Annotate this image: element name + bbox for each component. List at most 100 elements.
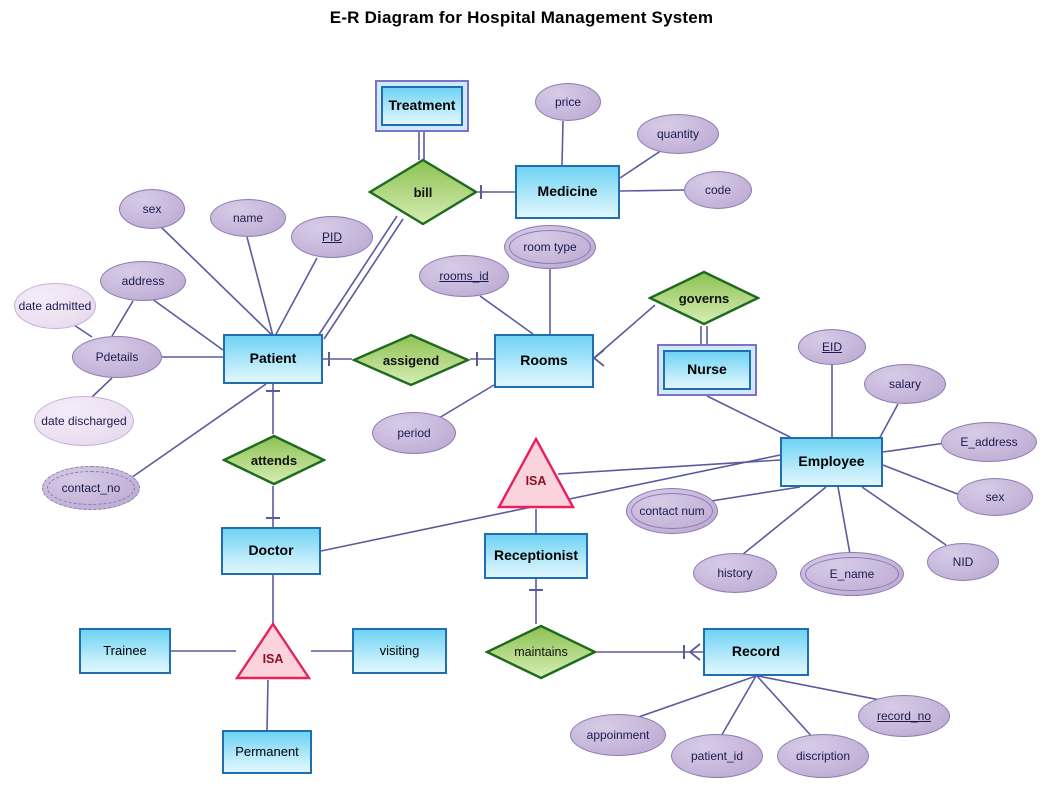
relationship-attends[interactable]: attends [222, 434, 326, 486]
attribute-label: PID [321, 229, 342, 244]
edge-record-discription [756, 675, 816, 741]
entity-label: Receptionist [493, 547, 578, 564]
attribute-period[interactable]: period [372, 412, 456, 454]
entity-nurse[interactable]: Nurse [657, 344, 757, 396]
attribute-label: code [704, 182, 732, 197]
attribute-name[interactable]: name [210, 199, 286, 237]
isa-doctor[interactable]: ISA [235, 622, 311, 680]
attribute-pdetails[interactable]: Pdetails [72, 336, 162, 378]
edge-employee-history [741, 486, 827, 556]
edge-employee-isa [557, 459, 781, 475]
attribute-inner-ring: room type [509, 230, 591, 264]
attribute-discription[interactable]: discription [777, 734, 869, 778]
entity-label: Treatment [388, 97, 456, 114]
entity-label: Medicine [537, 183, 598, 200]
attribute-label: quantity [656, 126, 700, 141]
entity-label: Patient [249, 350, 297, 367]
entity-label: Trainee [103, 642, 147, 658]
entity-treatment[interactable]: Treatment [375, 80, 469, 132]
edge-record-patientid [719, 675, 757, 739]
attribute-rooms-id[interactable]: rooms_id [419, 255, 509, 297]
attribute-label: address [121, 273, 165, 288]
relationship-label: bill [413, 184, 433, 200]
entity-label: visiting [379, 642, 420, 658]
marker-maintains-record-many [688, 643, 701, 661]
attribute-contact-no[interactable]: contact_no [42, 466, 140, 510]
entity-label: Record [731, 643, 781, 660]
edge-patient-pid [274, 257, 318, 337]
entity-patient[interactable]: Patient [223, 334, 323, 384]
attribute-price[interactable]: price [535, 83, 601, 121]
marker-rooms-governs-many [592, 349, 605, 367]
entity-receptionist[interactable]: Receptionist [484, 533, 588, 579]
attribute-patient-id[interactable]: patient_id [671, 734, 763, 778]
attribute-inner-ring: contact_no [47, 471, 135, 505]
attribute-sex-employee[interactable]: sex [957, 478, 1033, 516]
relationship-bill[interactable]: bill [368, 158, 478, 226]
attribute-e-name[interactable]: E_name [800, 552, 904, 596]
attribute-room-type[interactable]: room type [504, 225, 596, 269]
entity-label: Doctor [248, 542, 294, 559]
attribute-date-admitted[interactable]: date admitted [14, 283, 96, 329]
attribute-label: patient_id [690, 748, 744, 763]
attribute-sex-patient[interactable]: sex [119, 189, 185, 229]
edge-employee-salary [877, 403, 899, 442]
weak-entity-inner-border: Nurse [663, 350, 751, 390]
edge-nurse-employee [706, 395, 791, 438]
edge-medicine-quantity [619, 149, 663, 179]
attribute-label: room type [523, 239, 577, 254]
entity-employee[interactable]: Employee [780, 437, 883, 487]
edge-pdetails-address [111, 300, 134, 337]
attribute-e-address[interactable]: E_address [941, 422, 1037, 462]
attribute-address[interactable]: address [100, 261, 186, 301]
edge-employee-sex [882, 464, 961, 496]
relationship-governs[interactable]: governs [648, 270, 760, 326]
edge-employee-nid [861, 486, 947, 546]
er-diagram-canvas: E-R Diagram for Hospital Management Syst… [0, 0, 1043, 789]
attribute-salary[interactable]: salary [864, 364, 946, 404]
attribute-code[interactable]: code [684, 171, 752, 209]
relationship-assigend[interactable]: assigend [352, 333, 470, 387]
attribute-label: date discharged [41, 413, 127, 428]
edge-rooms-roomsid [479, 295, 534, 335]
attribute-label: NID [952, 554, 974, 569]
attribute-label: salary [888, 376, 921, 391]
attribute-label: record_no [876, 708, 932, 723]
entity-permanent[interactable]: Permanent [222, 730, 312, 774]
attribute-quantity[interactable]: quantity [637, 114, 719, 154]
attribute-label: rooms_id [439, 268, 489, 283]
attribute-label: contact_no [61, 480, 121, 495]
weak-entity-inner-border: Treatment [381, 86, 463, 126]
page-title: E-R Diagram for Hospital Management Syst… [329, 8, 714, 27]
attribute-nid[interactable]: NID [927, 543, 999, 581]
entity-trainee[interactable]: Trainee [79, 628, 171, 674]
entity-medicine[interactable]: Medicine [515, 165, 620, 219]
edge-patient-address [147, 295, 224, 351]
entity-record[interactable]: Record [703, 628, 809, 676]
entity-visiting[interactable]: visiting [352, 628, 447, 674]
entity-rooms[interactable]: Rooms [494, 334, 594, 388]
attribute-date-discharged[interactable]: date discharged [34, 396, 134, 446]
attribute-label: date admitted [18, 298, 92, 313]
edge-rooms-period [433, 384, 495, 422]
attribute-pid[interactable]: PID [291, 216, 373, 258]
attribute-eid[interactable]: EID [798, 329, 866, 365]
attribute-label: E_address [960, 434, 1018, 449]
attribute-label: sex [985, 489, 1005, 504]
isa-receptionist[interactable]: ISA [497, 437, 575, 509]
attribute-label: appoinment [586, 727, 650, 742]
entity-doctor[interactable]: Doctor [221, 527, 321, 575]
attribute-label: sex [142, 201, 162, 216]
entity-label: Rooms [520, 352, 568, 369]
attribute-record-no[interactable]: record_no [858, 695, 950, 737]
relationship-label: assigend [382, 352, 440, 368]
attribute-contact-num[interactable]: contact num [626, 488, 718, 534]
relationship-maintains[interactable]: maintains [485, 624, 597, 680]
attribute-inner-ring: E_name [805, 557, 899, 591]
attribute-appoinment[interactable]: appoinment [570, 714, 666, 756]
edge-pdetails-datedischarged [91, 377, 113, 398]
attribute-label: Pdetails [95, 349, 139, 364]
attribute-history[interactable]: history [693, 553, 777, 593]
attribute-label: discription [795, 748, 851, 763]
attribute-label: contact num [639, 503, 705, 518]
